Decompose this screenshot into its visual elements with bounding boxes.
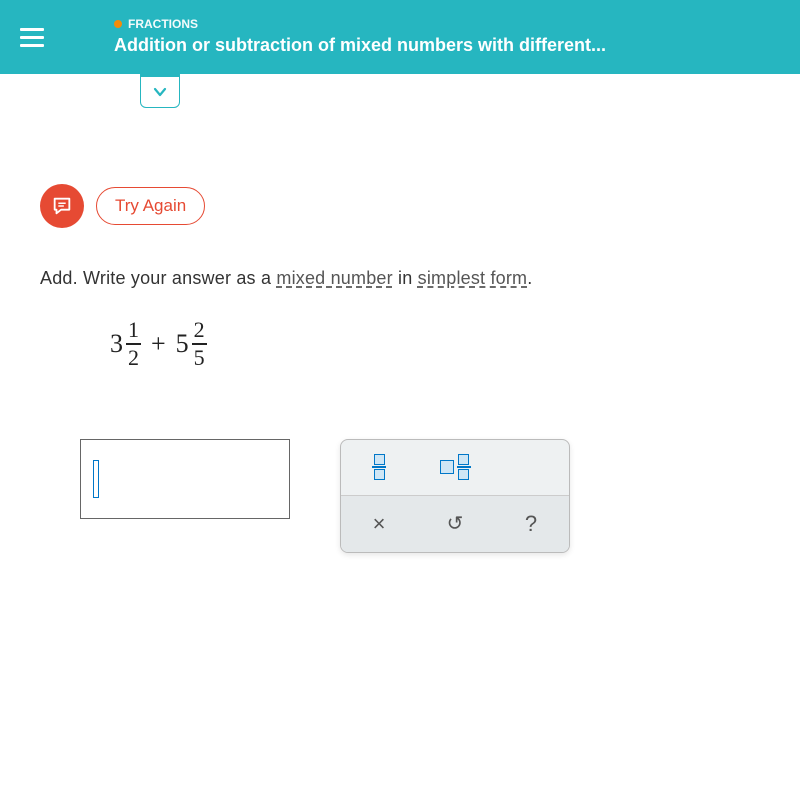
instruction-middle: in xyxy=(393,268,418,288)
operand-1-fraction: 1 2 xyxy=(126,319,141,369)
instruction-suffix: . xyxy=(527,268,532,288)
header-text: FRACTIONS Addition or subtraction of mix… xyxy=(114,17,606,58)
expand-tab-button[interactable] xyxy=(140,74,180,108)
operand-1-numerator: 1 xyxy=(126,319,141,341)
instruction-prefix: Add. Write your answer as a xyxy=(40,268,276,288)
unit-dot-icon xyxy=(114,20,122,28)
toolbox-row-templates xyxy=(341,440,569,496)
answer-row: × ↺ ? xyxy=(80,439,800,553)
speech-bubble-icon xyxy=(51,195,73,217)
menu-icon[interactable] xyxy=(20,28,44,47)
help-button[interactable]: ? xyxy=(493,496,569,552)
mixed-number-template-icon xyxy=(440,454,471,480)
chevron-down-icon xyxy=(152,84,168,100)
undo-icon: ↺ xyxy=(447,511,464,536)
lesson-title: Addition or subtraction of mixed numbers… xyxy=(114,34,606,57)
toolbox-row-actions: × ↺ ? xyxy=(341,496,569,552)
operand-1-denominator: 2 xyxy=(126,347,141,369)
operand-2-denominator: 5 xyxy=(192,347,207,369)
clear-icon: × xyxy=(373,511,386,537)
app-frame: FRACTIONS Addition or subtraction of mix… xyxy=(0,0,800,800)
instruction-text: Add. Write your answer as a mixed number… xyxy=(40,268,760,289)
math-toolbox: × ↺ ? xyxy=(340,439,570,553)
header-bar: FRACTIONS Addition or subtraction of mix… xyxy=(0,0,800,74)
feedback-icon xyxy=(40,184,84,228)
term-simplest-form[interactable]: simplest form xyxy=(418,268,528,288)
undo-button[interactable]: ↺ xyxy=(417,496,493,552)
help-icon: ? xyxy=(525,511,537,537)
operand-2-whole: 5 xyxy=(176,329,189,359)
operand-2: 5 2 5 xyxy=(176,319,207,369)
operand-1: 3 1 2 xyxy=(110,319,141,369)
math-expression: 3 1 2 + 5 2 5 xyxy=(110,319,800,369)
operator-plus: + xyxy=(151,329,166,359)
answer-input[interactable] xyxy=(80,439,290,519)
operand-2-fraction: 2 5 xyxy=(192,319,207,369)
answer-cursor xyxy=(93,460,99,498)
fraction-template-icon xyxy=(372,454,386,480)
feedback-row: Try Again xyxy=(40,184,800,228)
mixed-number-template-button[interactable] xyxy=(417,440,493,495)
try-again-badge: Try Again xyxy=(96,187,205,225)
fraction-template-button[interactable] xyxy=(341,440,417,495)
operand-1-whole: 3 xyxy=(110,329,123,359)
unit-label-text: FRACTIONS xyxy=(128,17,198,33)
term-mixed-number[interactable]: mixed number xyxy=(276,268,392,288)
operand-2-numerator: 2 xyxy=(192,319,207,341)
unit-label: FRACTIONS xyxy=(114,17,606,33)
clear-button[interactable]: × xyxy=(341,496,417,552)
